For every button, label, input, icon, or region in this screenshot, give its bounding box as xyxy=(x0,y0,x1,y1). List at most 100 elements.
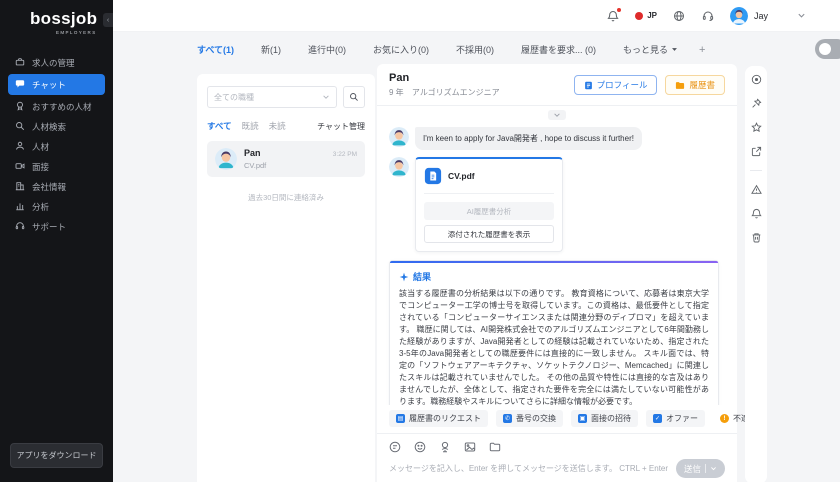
bell-icon[interactable] xyxy=(751,208,762,219)
sidebar-item-company[interactable]: 会社情報 xyxy=(8,178,105,195)
filter-read[interactable]: 既読 xyxy=(242,120,259,132)
quick-reply-icon[interactable] xyxy=(389,441,401,453)
sidebar-item-support[interactable]: サポート xyxy=(8,218,105,235)
quick-actions-row: ▤ 履歴書のリクエスト ✆ 番号の交換 ▣ 面接の招待 ✓ xyxy=(377,405,737,433)
support-icon xyxy=(15,221,25,233)
resume-button[interactable]: 履歴書 xyxy=(665,75,725,95)
conversation-tools-rail xyxy=(745,66,767,482)
tab-new[interactable]: 新(1) xyxy=(261,43,281,56)
sidebar-item-recommended[interactable]: おすすめの人材 xyxy=(8,98,105,115)
sidebar-item-talent-search[interactable]: 人材検索 xyxy=(8,118,105,135)
tab-in-progress[interactable]: 進行中(0) xyxy=(308,43,346,56)
cv-file-name: CV.pdf xyxy=(448,171,475,181)
tab-rejected[interactable]: 不採用(0) xyxy=(456,43,494,56)
offer-chip[interactable]: ✓ オファー xyxy=(646,410,705,427)
resume-folder-icon xyxy=(675,81,685,90)
globe-icon[interactable] xyxy=(672,9,686,23)
help-bubble-button[interactable] xyxy=(815,39,840,59)
tab-resume-requested[interactable]: 履歴書を要求... (0) xyxy=(521,43,596,56)
sidebar-item-interview[interactable]: 面接 xyxy=(8,158,105,175)
sidebar-item-chat[interactable]: チャット xyxy=(8,74,105,95)
calendar-icon: ▣ xyxy=(578,414,587,423)
talent-search-icon xyxy=(15,121,25,133)
chat-list-panel: 全ての職種 すべて 既読 未読 チャット管理 xyxy=(197,74,375,482)
pin-icon[interactable] xyxy=(751,98,762,109)
phone-icon: ✆ xyxy=(503,414,512,423)
target-icon[interactable] xyxy=(751,74,762,85)
message-row-cv: CV.pdf AI履歴書分析 添付された履歴書を表示 xyxy=(389,157,725,252)
chevron-down-icon[interactable] xyxy=(797,7,806,25)
image-icon[interactable] xyxy=(464,441,476,453)
sidebar-item-label: 人材 xyxy=(32,141,49,153)
conversation-header: Pan 9 年 アルゴリズムエンジニア プロフィール xyxy=(377,64,737,106)
search-button[interactable] xyxy=(343,86,365,108)
chat-item-preview: CV.pdf xyxy=(244,161,357,170)
chevron-down-icon xyxy=(710,465,717,472)
emoji-icon[interactable] xyxy=(414,441,426,453)
add-tab-button[interactable]: + xyxy=(699,44,705,56)
view-resume-button[interactable]: 添付された履歴書を表示 xyxy=(424,225,554,243)
chat-item-main: Pan 3:22 PM CV.pdf xyxy=(244,148,357,170)
user-name: Jay xyxy=(754,11,768,21)
contact-card-icon[interactable] xyxy=(439,441,451,453)
sidebar-item-jobs[interactable]: 求人の管理 xyxy=(8,54,105,71)
sidebar-item-analytics[interactable]: 分析 xyxy=(8,198,105,215)
contacted-note: 過去30日間に連絡済み xyxy=(207,192,365,203)
tab-favorites[interactable]: お気に入り(0) xyxy=(373,43,429,56)
tab-all[interactable]: すべて(1) xyxy=(197,43,234,56)
warning-icon: ! xyxy=(720,414,729,423)
sidebar-item-talent[interactable]: 人材 xyxy=(8,138,105,155)
report-warning-icon[interactable] xyxy=(751,184,762,195)
sidebar-item-label: 求人の管理 xyxy=(32,57,75,69)
panels: 全ての職種 すべて 既読 未読 チャット管理 xyxy=(197,64,840,482)
search-icon xyxy=(349,92,359,102)
chat-list-item[interactable]: Pan 3:22 PM CV.pdf xyxy=(207,141,365,177)
ai-resume-analysis-button[interactable]: AI履歴書分析 xyxy=(424,202,554,220)
download-app-button[interactable]: アプリをダウンロード xyxy=(10,443,103,468)
jobs-icon xyxy=(15,57,25,69)
divider xyxy=(750,170,762,171)
trash-icon[interactable] xyxy=(751,232,762,243)
analytics-icon xyxy=(15,201,25,213)
result-body-text: 該当する履歴書の分析結果は以下の通りです。 教育資格について、応募者は東京大学で… xyxy=(399,288,709,405)
user-menu[interactable]: Jay xyxy=(730,7,768,25)
result-title-row: 結果 xyxy=(399,270,709,283)
sidebar-item-label: おすすめの人材 xyxy=(32,101,92,113)
cv-file-row[interactable]: CV.pdf xyxy=(424,167,554,185)
job-filter-select[interactable]: 全ての職種 xyxy=(207,86,337,108)
filter-unread[interactable]: 未読 xyxy=(269,120,286,132)
sidebar-collapse-button[interactable]: ‹ xyxy=(103,13,113,27)
headset-icon[interactable] xyxy=(701,9,715,23)
star-icon[interactable] xyxy=(751,122,762,133)
profile-button[interactable]: プロフィール xyxy=(574,75,658,95)
send-button[interactable]: 送信 xyxy=(676,459,725,478)
notification-bell-icon[interactable] xyxy=(606,9,620,23)
tab-more[interactable]: もっと見る xyxy=(623,43,678,56)
candidate-avatar xyxy=(389,157,409,177)
share-icon[interactable] xyxy=(751,146,762,157)
interview-icon xyxy=(15,161,25,173)
candidate-years: 9 年 xyxy=(389,88,404,97)
sidebar-menu: 求人の管理 チャット おすすめの人材 人材検索 人材 面接 xyxy=(0,51,113,443)
sidebar-item-label: 会社情報 xyxy=(32,181,66,193)
sidebar-item-label: 人材検索 xyxy=(32,121,66,133)
collapse-messages-button[interactable] xyxy=(548,110,566,120)
candidate-avatar xyxy=(215,148,237,170)
exchange-number-chip[interactable]: ✆ 番号の交換 xyxy=(496,410,563,427)
filter-all[interactable]: すべて xyxy=(207,120,232,132)
candidate-role: アルゴリズムエンジニア xyxy=(412,88,500,97)
content-area: JP Jay すべて(1) 新(1) 進行中(0 xyxy=(113,0,840,482)
divider xyxy=(424,193,554,194)
request-resume-chip[interactable]: ▤ 履歴書のリクエスト xyxy=(389,410,488,427)
message-input[interactable] xyxy=(389,464,668,473)
chat-manage-link[interactable]: チャット管理 xyxy=(317,121,365,132)
folder-icon[interactable] xyxy=(489,441,501,453)
resume-request-icon: ▤ xyxy=(396,414,405,423)
logo-text: bossjob xyxy=(30,9,113,29)
sidebar: bossjob EMPLOYERS ‹ 求人の管理 チャット おすすめの人材 人… xyxy=(0,0,113,482)
japan-flag-icon xyxy=(635,12,643,20)
sidebar-item-label: サポート xyxy=(32,221,66,233)
composer-toolbar xyxy=(389,441,725,453)
interview-invite-chip[interactable]: ▣ 面接の招待 xyxy=(571,410,638,427)
language-selector[interactable]: JP xyxy=(635,11,657,20)
